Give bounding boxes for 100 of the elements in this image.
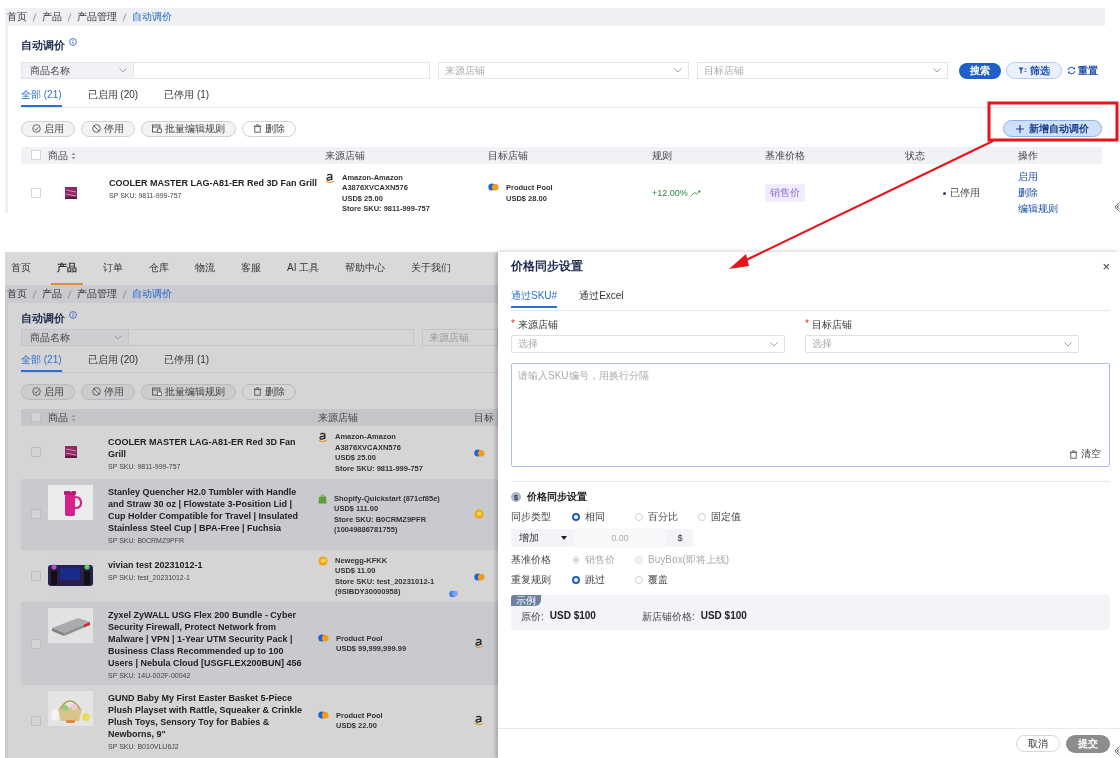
tab[interactable]: 已停用 (1) (164, 89, 210, 107)
add-button[interactable]: 新增自动调价 (1003, 120, 1102, 137)
refresh-icon (1067, 66, 1076, 75)
row-action-link[interactable]: 启用 (1018, 170, 1102, 184)
radio-option[interactable]: 覆盖 (635, 573, 668, 587)
clear-button[interactable]: 清空 (1069, 447, 1101, 461)
field-select[interactable]: 商品名称 (21, 329, 129, 346)
radio-option[interactable]: 相同 (572, 510, 635, 524)
breadcrumb-item[interactable]: 自动调价 (132, 287, 172, 301)
radio-option[interactable]: 跳过 (572, 573, 635, 587)
breadcrumb-item[interactable]: 自动调价 (132, 10, 172, 24)
nav-item[interactable]: 物流 (189, 252, 221, 285)
action-button[interactable]: 删除 (242, 383, 296, 400)
select-all-checkbox[interactable] (31, 149, 41, 160)
check-circle-icon (32, 124, 41, 133)
row-action-link[interactable]: 编辑规则 (1018, 202, 1102, 213)
nav-item[interactable]: AI 工具 (281, 252, 326, 285)
slash-icon (122, 12, 127, 22)
cancel-button[interactable]: 取消 (1016, 735, 1060, 752)
option-label: 重复规则 (511, 573, 552, 587)
radio-option[interactable]: 百分比 (635, 510, 698, 524)
row-action-link[interactable]: 删除 (1018, 186, 1102, 200)
unit-text: $ (676, 533, 684, 543)
tab[interactable]: 全部 (21) (21, 89, 62, 107)
product-title: Stanley Quencher H2.0 Tumbler with Handle and Straw 30 oz | Flowstate 3-Position Lid | Cup Holder Compatible for Travel | Insulated Stainless Steel Cup | BPA-Free | Fuchsia (108, 485, 300, 534)
check-circle-icon (32, 387, 41, 396)
nav-item[interactable]: 首页 (5, 252, 37, 285)
row-checkbox[interactable] (31, 570, 41, 581)
nav-item[interactable]: 产品 (51, 252, 83, 285)
chevron-down-icon (113, 335, 122, 340)
ban-icon (92, 387, 101, 396)
product-title: Zyxel ZyWALL USG Flex 200 Bundle - Cyber Security Firewall, Protect Network from Malware | VPN | 1-Year UTM Security Pack | Business Class Recommended up to 100 Users | Nebula Cloud [USGFLEX200BUN] 456 (108, 609, 303, 669)
nav-item[interactable]: 订单 (97, 252, 129, 285)
filter-button[interactable]: 筛选 (1006, 62, 1062, 79)
reset-button[interactable]: 重置 (1067, 63, 1098, 78)
sort-icon[interactable] (71, 413, 76, 422)
radio-option[interactable]: 固定值 (698, 510, 741, 524)
breadcrumb-item[interactable]: 产品管理 (77, 10, 117, 24)
chat-bubble-icon[interactable] (449, 590, 458, 598)
tab[interactable]: 全部 (21) (21, 354, 62, 372)
slash-icon (67, 289, 72, 299)
circles-logo-icon (474, 449, 485, 458)
tab[interactable]: 已启用 (20) (87, 354, 139, 372)
action-button[interactable]: 批量编辑规则 (141, 120, 236, 137)
row-checkbox[interactable] (31, 715, 41, 726)
field-select[interactable]: 商品名称 (21, 62, 134, 79)
status-dot (943, 191, 946, 195)
action-button[interactable]: 停用 (81, 120, 135, 137)
breadcrumb-item[interactable]: 产品 (42, 287, 62, 301)
breadcrumb-item[interactable]: 首页 (7, 10, 27, 24)
action-button[interactable]: 停用 (81, 383, 135, 400)
sort-icon[interactable] (71, 151, 76, 160)
nav-item[interactable]: 仓库 (143, 252, 175, 285)
close-button[interactable]: × (1102, 258, 1110, 274)
column-header: 目标店铺 (488, 148, 528, 163)
product-title: COOLER MASTER LAG-A81-ER Red 3D Fan Grill (109, 176, 318, 189)
nav-item[interactable]: 帮助中心 (339, 252, 392, 285)
info-icon (69, 38, 77, 46)
tab[interactable]: 已停用 (1) (164, 354, 210, 372)
sku-textarea[interactable]: 请输入SKU编号，用换行分隔 清空 (511, 363, 1110, 467)
row-checkbox[interactable] (31, 188, 41, 198)
search-button[interactable]: 搜索 (959, 62, 1001, 79)
chevron-down-icon (1064, 341, 1072, 347)
slash-icon (67, 12, 72, 22)
action-button[interactable]: 启用 (21, 383, 75, 400)
radio-circle[interactable] (572, 576, 580, 584)
tab[interactable]: 已启用 (20) (87, 89, 139, 107)
tab[interactable]: 通过Excel (579, 290, 624, 308)
action-button[interactable]: 删除 (242, 120, 296, 137)
slash-icon (32, 289, 37, 299)
circles-logo-icon (474, 572, 485, 581)
slash-icon (32, 12, 37, 22)
action-button[interactable]: 启用 (21, 120, 75, 137)
tab[interactable]: 通过SKU# (511, 290, 558, 308)
action-button[interactable]: 批量编辑规则 (141, 383, 236, 400)
nav-item[interactable]: 关于我们 (405, 252, 458, 285)
collapse-icon[interactable] (1114, 746, 1120, 756)
search-input[interactable] (134, 62, 430, 79)
section-title: 价格同步设置 (527, 490, 587, 504)
collapse-icon[interactable] (1114, 202, 1120, 212)
breadcrumb-item[interactable]: 产品 (42, 10, 62, 24)
caret-down-icon (561, 536, 567, 540)
amount-input[interactable]: 0.00 (573, 528, 667, 548)
nav-item[interactable]: 客服 (235, 252, 267, 285)
trash-icon (1069, 449, 1078, 459)
bag-logo-icon (318, 493, 327, 504)
row-checkbox[interactable] (31, 447, 41, 458)
chevron-down-icon (674, 68, 682, 73)
example-value: USD $100 (549, 610, 596, 623)
coin-logo-icon (474, 509, 484, 519)
calendar-edit-icon (152, 124, 162, 133)
radio-circle[interactable] (572, 513, 580, 521)
breadcrumb-item[interactable]: 首页 (7, 287, 27, 301)
mode-select[interactable]: 增加 (511, 529, 573, 547)
example-label: 原价: (521, 610, 544, 624)
breadcrumb-item[interactable]: 产品管理 (77, 287, 117, 301)
product-title: COOLER MASTER LAG-A81-ER Red 3D Fan Grill (108, 435, 297, 460)
required-mark: * (805, 318, 809, 331)
column-header: 来源店铺 (325, 148, 365, 163)
column-header: 状态 (905, 148, 925, 163)
